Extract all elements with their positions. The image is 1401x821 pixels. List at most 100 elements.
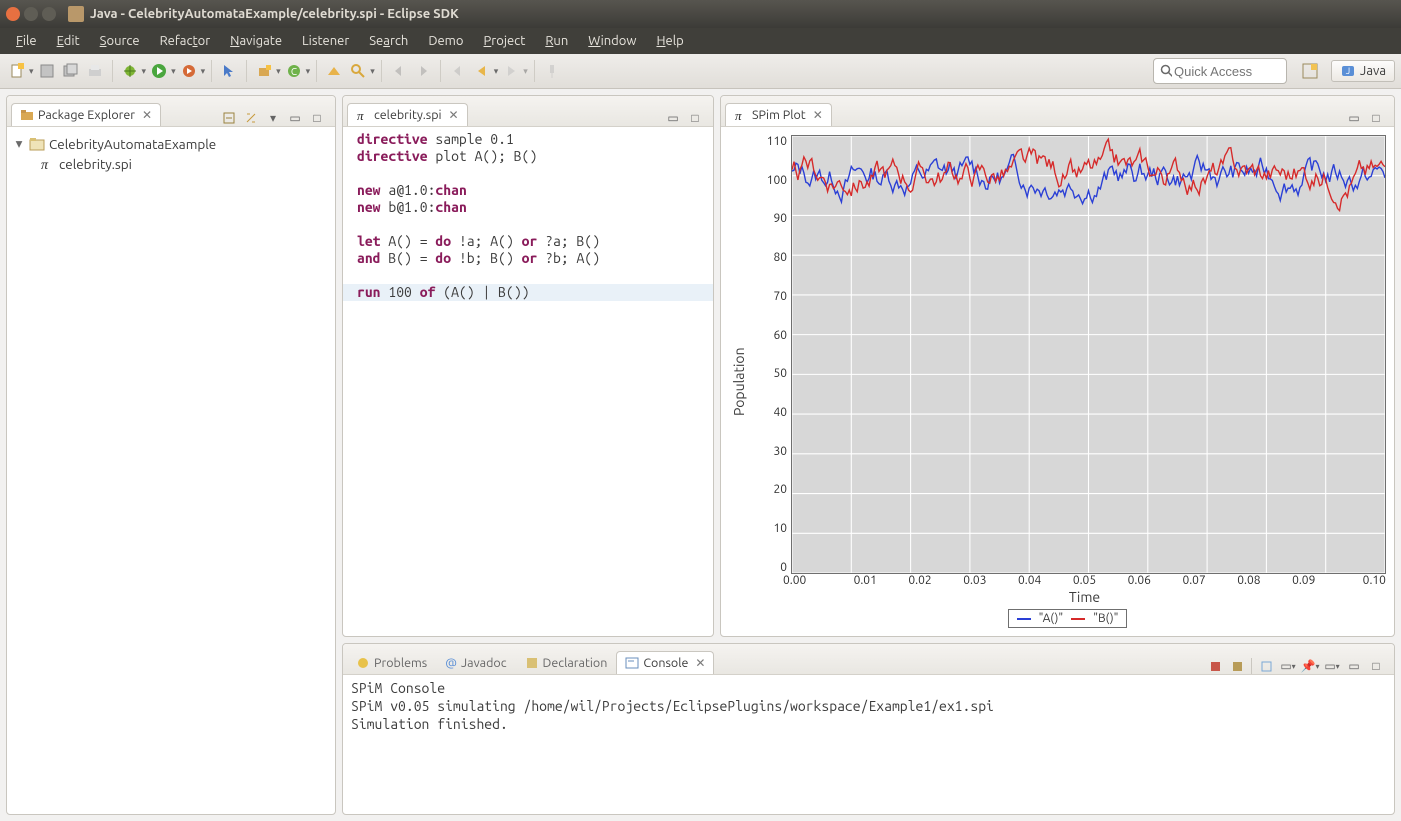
tab-javadoc[interactable]: @ Javadoc (436, 651, 515, 674)
menu-run[interactable]: Run (535, 31, 578, 51)
save-button[interactable] (36, 60, 58, 82)
run-button[interactable]: ▾ (148, 60, 176, 82)
clear-console-icon[interactable] (1258, 658, 1274, 674)
editor-tab-label: celebrity.spi (374, 108, 442, 122)
close-icon[interactable]: ✕ (695, 656, 705, 670)
legend-b: "B()" (1093, 612, 1118, 625)
pi-file-icon: π (356, 108, 370, 122)
menu-source[interactable]: Source (90, 31, 150, 51)
window-controls (6, 7, 56, 21)
menu-project[interactable]: Project (474, 31, 536, 51)
package-explorer-tree[interactable]: ▾ CelebrityAutomataExample π celebrity.s… (7, 127, 335, 814)
perspective-label: Java (1360, 64, 1386, 78)
project-icon (29, 136, 45, 152)
pointer-tool-icon[interactable] (218, 60, 240, 82)
window-close-button[interactable] (6, 7, 20, 21)
menubar: File Edit Source Refactor Navigate Liste… (0, 28, 1401, 54)
plot-canvas (791, 135, 1386, 574)
declaration-icon (525, 656, 539, 670)
perspective-java[interactable]: J Java (1331, 60, 1395, 82)
maximize-view-icon[interactable]: □ (1368, 110, 1384, 126)
nav-prev-annotation[interactable] (388, 60, 410, 82)
close-icon[interactable]: ✕ (813, 108, 823, 122)
minimize-view-icon[interactable]: ▭ (1346, 658, 1362, 674)
menu-search[interactable]: Search (359, 31, 418, 51)
bottom-view: Problems @ Javadoc Declaration Console ✕ (342, 643, 1395, 815)
menu-navigate[interactable]: Navigate (220, 31, 292, 51)
window-maximize-button[interactable] (42, 7, 56, 21)
view-menu-icon[interactable]: ▾ (265, 110, 281, 126)
maximize-view-icon[interactable]: □ (687, 110, 703, 126)
package-explorer-view: Package Explorer ✕ ▾ ▭ □ ▾ CelebrityAuto… (6, 95, 336, 815)
tab-console[interactable]: Console ✕ (616, 651, 714, 674)
package-explorer-icon (20, 108, 34, 122)
save-all-button[interactable] (60, 60, 82, 82)
plot-tab-label: SPim Plot (752, 108, 806, 122)
minimize-view-icon[interactable]: ▭ (287, 110, 303, 126)
window-minimize-button[interactable] (24, 7, 38, 21)
search-icon (1160, 64, 1172, 78)
open-type-button[interactable] (323, 60, 345, 82)
collapse-all-icon[interactable] (221, 110, 237, 126)
file-label: celebrity.spi (59, 156, 132, 172)
open-perspective-button[interactable] (1299, 60, 1321, 82)
problems-icon (356, 656, 370, 670)
quick-access-input[interactable] (1172, 63, 1280, 80)
svg-text:C: C (291, 66, 297, 77)
plot-xlabel: Time (783, 589, 1386, 605)
new-button[interactable]: ▾ (6, 60, 34, 82)
menu-listener[interactable]: Listener (292, 31, 359, 51)
java-perspective-icon: J (1340, 63, 1356, 79)
scroll-lock-icon[interactable]: ▭▾ (1280, 658, 1296, 674)
minimize-view-icon[interactable]: ▭ (665, 110, 681, 126)
editor-body[interactable]: directive sample 0.1directive plot A(); … (343, 127, 713, 636)
console-body[interactable]: SPiM ConsoleSPiM v0.05 simulating /home/… (343, 675, 1394, 814)
search-button[interactable]: ▾ (347, 60, 375, 82)
project-node[interactable]: ▾ CelebrityAutomataExample (11, 133, 331, 154)
plot-body: Population 1101009080706050403020100 0.0… (721, 127, 1394, 636)
menu-demo[interactable]: Demo (418, 31, 473, 51)
print-button[interactable] (84, 60, 106, 82)
workbench: Package Explorer ✕ ▾ ▭ □ ▾ CelebrityAuto… (0, 89, 1401, 821)
menu-window[interactable]: Window (578, 31, 646, 51)
tab-problems[interactable]: Problems (347, 651, 436, 674)
nav-forward[interactable]: ▾ (500, 60, 528, 82)
pin-editor-icon[interactable] (541, 60, 563, 82)
run-last-button[interactable]: ▾ (178, 60, 206, 82)
debug-button[interactable]: ▾ (119, 60, 147, 82)
window-title: Java - CelebrityAutomataExample/celebrit… (90, 7, 459, 21)
legend-a: "A()" (1039, 612, 1064, 625)
nav-back[interactable]: ▾ (471, 60, 499, 82)
menu-refactor[interactable]: Refactor (150, 31, 221, 51)
project-label: CelebrityAutomataExample (49, 136, 216, 152)
plot-yaxis: 1101009080706050403020100 (749, 135, 791, 574)
close-icon[interactable]: ✕ (142, 108, 152, 122)
display-console-icon[interactable]: ▭▾ (1324, 658, 1340, 674)
nav-next-annotation[interactable] (412, 60, 434, 82)
menu-file[interactable]: File (6, 31, 47, 51)
quick-access[interactable] (1153, 58, 1287, 84)
menu-help[interactable]: Help (646, 31, 693, 51)
tab-package-explorer[interactable]: Package Explorer ✕ (11, 103, 161, 126)
remove-launch-icon[interactable] (1229, 658, 1245, 674)
menu-edit[interactable]: Edit (47, 31, 90, 51)
plot-legend: "A()" "B()" (1008, 609, 1128, 628)
file-node[interactable]: π celebrity.spi (11, 154, 331, 174)
tab-editor[interactable]: π celebrity.spi ✕ (347, 103, 468, 126)
close-icon[interactable]: ✕ (449, 108, 459, 122)
minimize-view-icon[interactable]: ▭ (1346, 110, 1362, 126)
editor-view: π celebrity.spi ✕ ▭ □ directive sample 0… (342, 95, 714, 637)
maximize-view-icon[interactable]: □ (309, 110, 325, 126)
pin-console-icon[interactable]: 📌▾ (1302, 658, 1318, 674)
svg-text:J: J (1346, 66, 1350, 76)
tab-plot[interactable]: π SPim Plot ✕ (725, 103, 832, 126)
window-titlebar: Java - CelebrityAutomataExample/celebrit… (0, 0, 1401, 28)
tab-declaration[interactable]: Declaration (516, 651, 617, 674)
new-class-button[interactable]: C▾ (283, 60, 311, 82)
terminate-icon[interactable] (1207, 658, 1223, 674)
maximize-view-icon[interactable]: □ (1368, 658, 1384, 674)
plot-view: π SPim Plot ✕ ▭ □ Population 11010 (720, 95, 1395, 637)
link-editor-icon[interactable] (243, 110, 259, 126)
nav-last-edit[interactable] (447, 60, 469, 82)
new-package-button[interactable]: ▾ (253, 60, 281, 82)
